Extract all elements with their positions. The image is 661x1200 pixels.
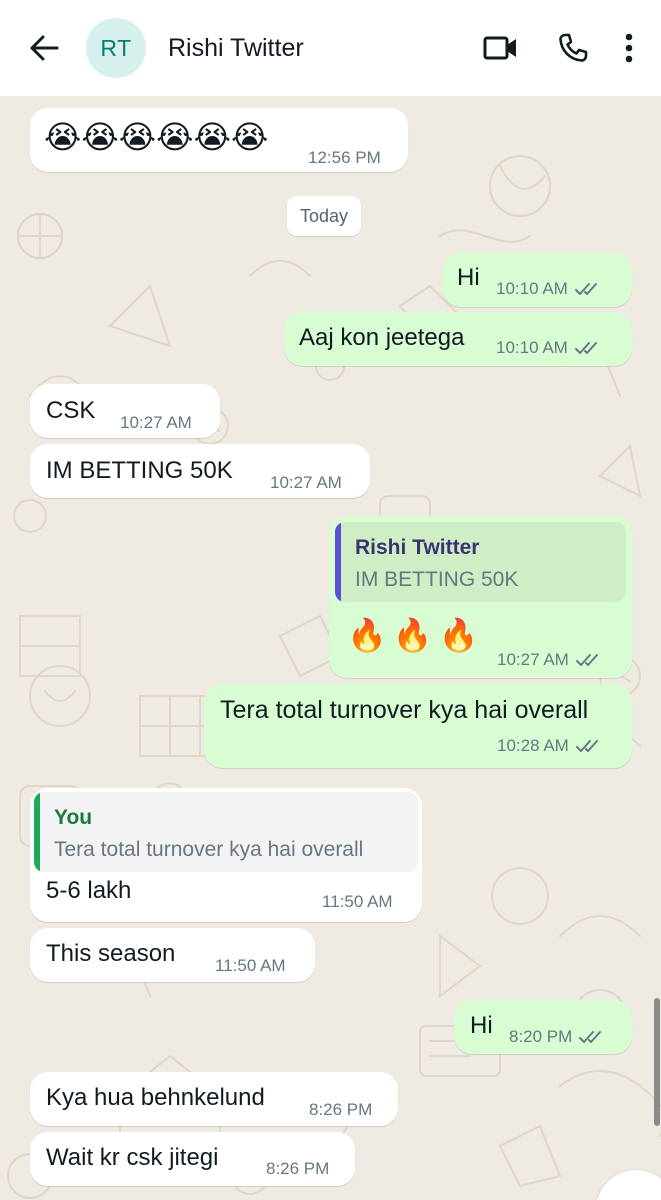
more-options-icon[interactable] <box>617 26 641 70</box>
read-ticks-icon <box>575 653 603 667</box>
quoted-message[interactable]: Rishi Twitter IM BETTING 50K <box>335 522 626 602</box>
date-chip: Today <box>287 196 361 236</box>
message-meta: 8:20 PM <box>509 1027 606 1047</box>
message-incoming[interactable]: Wait kr csk jitegi 8:26 PM <box>30 1132 355 1186</box>
message-incoming[interactable]: 😭😭😭😭😭😭 12:56 PM <box>30 108 408 172</box>
message-text: Hi <box>470 1012 493 1039</box>
message-time: 8:26 PM <box>309 1100 373 1119</box>
message-outgoing[interactable]: Hi 10:10 AM <box>443 253 632 307</box>
message-time: 11:50 AM <box>322 892 393 911</box>
chat-header: RT Rishi Twitter <box>0 0 661 96</box>
scrollbar[interactable] <box>654 998 660 1126</box>
message-meta: 10:10 AM <box>496 338 602 358</box>
message-meta: 10:10 AM <box>496 279 602 299</box>
message-time: 10:27 AM <box>270 473 342 492</box>
quote-author: You <box>54 806 93 829</box>
quote-text: IM BETTING 50K <box>355 568 519 591</box>
message-time: 8:20 PM <box>509 1027 573 1046</box>
message-meta: 10:28 AM <box>497 736 603 756</box>
contact-name[interactable]: Rishi Twitter <box>168 34 451 63</box>
quote-bar <box>335 522 341 602</box>
chat-area[interactable]: Today 😭😭😭😭😭😭 12:56 PM Hi 10:10 AM Aaj ko… <box>0 96 661 1200</box>
back-arrow-icon[interactable] <box>24 28 64 68</box>
quote-author: Rishi Twitter <box>355 536 480 559</box>
message-meta: 10:27 AM <box>497 650 603 670</box>
message-time: 12:56 PM <box>308 148 381 167</box>
message-outgoing[interactable]: Hi 8:20 PM <box>454 1000 632 1054</box>
message-outgoing[interactable]: Aaj kon jeetega 10:10 AM <box>284 312 632 366</box>
message-text: CSK <box>46 397 96 424</box>
read-ticks-icon <box>575 739 603 753</box>
message-text: 😭😭😭😭😭😭 <box>44 119 269 155</box>
message-time: 8:26 PM <box>266 1159 330 1178</box>
quote-text: Tera total turnover kya hai overall <box>54 838 364 861</box>
quoted-message[interactable]: You Tera total turnover kya hai overall <box>34 792 418 872</box>
read-ticks-icon <box>574 282 602 296</box>
message-time: 10:28 AM <box>497 736 569 755</box>
message-text: Hi <box>457 264 480 291</box>
message-outgoing-reply[interactable]: Rishi Twitter IM BETTING 50K 🔥🔥🔥 10:27 A… <box>329 516 632 678</box>
quote-bar <box>34 792 40 872</box>
message-text: Kya hua behnkelund <box>46 1084 265 1111</box>
message-time: 11:50 AM <box>215 956 286 975</box>
voice-call-icon[interactable] <box>551 26 595 70</box>
video-call-icon[interactable] <box>479 26 523 70</box>
message-text: Tera total turnover kya hai overall <box>220 696 589 724</box>
message-outgoing[interactable]: Tera total turnover kya hai overall 10:2… <box>204 684 632 768</box>
message-time: 10:27 AM <box>497 650 569 669</box>
read-ticks-icon <box>574 341 602 355</box>
message-time: 10:10 AM <box>496 279 568 298</box>
message-text: This season <box>46 940 176 967</box>
message-text: 🔥🔥🔥 <box>347 617 485 653</box>
message-text: Aaj kon jeetega <box>299 324 465 351</box>
read-ticks-icon <box>578 1030 606 1044</box>
message-incoming[interactable]: CSK 10:27 AM <box>30 384 220 438</box>
message-time: 10:10 AM <box>496 338 568 357</box>
message-incoming-reply[interactable]: You Tera total turnover kya hai overall … <box>30 788 422 922</box>
message-text: IM BETTING 50K <box>46 457 233 484</box>
avatar[interactable]: RT <box>86 18 146 78</box>
message-incoming[interactable]: IM BETTING 50K 10:27 AM <box>30 444 370 498</box>
message-time: 10:27 AM <box>120 413 192 432</box>
message-incoming[interactable]: Kya hua behnkelund 8:26 PM <box>30 1072 398 1126</box>
message-incoming[interactable]: This season 11:50 AM <box>30 928 315 982</box>
message-text: 5-6 lakh <box>46 877 132 904</box>
message-text: Wait kr csk jitegi <box>46 1144 219 1171</box>
